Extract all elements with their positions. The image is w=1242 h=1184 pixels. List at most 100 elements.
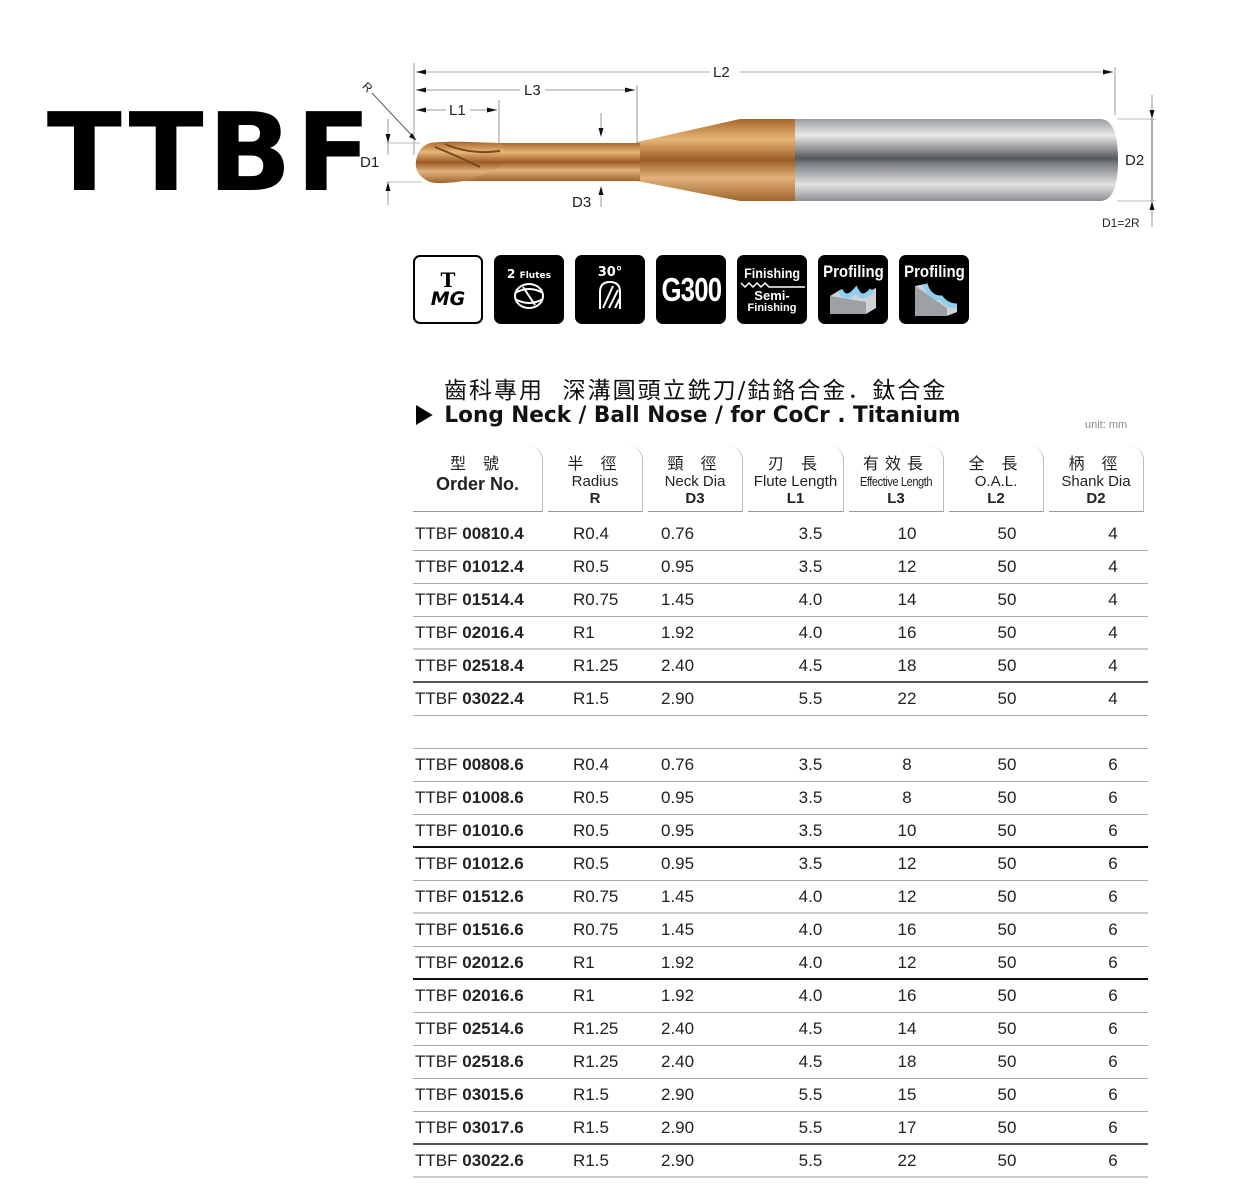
cell-flute-length: 5.5 xyxy=(798,1117,823,1137)
cell-effective-length: 14 xyxy=(897,590,917,609)
dim-label-l1: L1 xyxy=(449,102,466,119)
tool-dimension-diagram: L2 L3 L1 R D1 D3 D2 D1=2R xyxy=(359,63,1156,230)
cell-neck-dia: 0.95 xyxy=(661,854,695,873)
cell-flute-length: 3.5 xyxy=(798,788,823,807)
cell-flute-length: 4.0 xyxy=(798,986,823,1005)
cell-order-no: TTBF 01010.6 xyxy=(415,820,524,840)
table-row: TTBF 00808.6 R0.4 0.76 3.5 8 50 6 xyxy=(413,749,1148,782)
cell-radius: R1.25 xyxy=(573,1052,619,1071)
table-row: TTBF 02012.6 R1 1.92 4.0 12 50 6 xyxy=(413,947,1148,980)
cell-radius: R1.25 xyxy=(573,655,619,675)
dim-label-d2: D2 xyxy=(1125,152,1144,169)
cell-oal: 50 xyxy=(997,1150,1017,1170)
cell-shank-dia: 6 xyxy=(1108,1117,1118,1137)
cell-effective-length: 18 xyxy=(897,655,917,675)
cell-neck-dia: 1.45 xyxy=(661,920,695,939)
unit-label: unit: mm xyxy=(1085,419,1128,431)
table-body: TTBF 00810.4 R0.4 0.76 3.5 10 50 4 TTBF 01012.4… xyxy=(413,518,1148,1178)
helix-flute-icon xyxy=(599,280,621,309)
cell-radius: R1.5 xyxy=(573,1117,609,1137)
cell-shank-dia: 6 xyxy=(1108,886,1118,906)
cell-flute-length: 4.0 xyxy=(798,952,823,972)
cell-order-no: TTBF 03015.6 xyxy=(415,1085,524,1104)
cell-radius: R0.5 xyxy=(573,820,609,840)
cell-shank-dia: 6 xyxy=(1108,986,1118,1005)
helix-angle-label: 30° xyxy=(597,265,623,280)
cell-oal: 50 xyxy=(997,1117,1017,1137)
header-flute-length: 刃 長 Flute Length L1 xyxy=(748,446,844,512)
table-row: TTBF 03015.6 R1.5 2.90 5.5 15 50 6 xyxy=(413,1079,1148,1112)
header-oal: 全 長 O.A.L. L2 xyxy=(949,446,1044,512)
cell-neck-dia: 0.95 xyxy=(661,788,695,807)
header-effective-length: 有效長 Effective Length L3 xyxy=(849,446,944,512)
cell-order-no: TTBF 01514.4 xyxy=(415,590,524,609)
cell-oal: 50 xyxy=(997,920,1017,939)
cell-flute-length: 4.5 xyxy=(798,1052,823,1071)
cell-shank-dia: 6 xyxy=(1108,820,1118,840)
cell-effective-length: 12 xyxy=(897,886,917,906)
cell-neck-dia: 2.40 xyxy=(661,655,695,675)
table-row: TTBF 02518.6 R1.25 2.40 4.5 18 50 6 xyxy=(413,1046,1148,1079)
material-grade-icon: G300 xyxy=(656,255,726,324)
cell-order-no: TTBF 02518.6 xyxy=(415,1052,524,1071)
cell-effective-length: 18 xyxy=(897,1052,917,1071)
cell-oal: 50 xyxy=(997,557,1017,576)
cell-shank-dia: 4 xyxy=(1108,590,1118,609)
triangle-bullet-icon xyxy=(416,405,433,425)
cell-neck-dia: 0.95 xyxy=(661,820,695,840)
table-row: TTBF 03017.6 R1.5 2.90 5.5 17 50 6 xyxy=(413,1112,1148,1145)
cell-shank-dia: 4 xyxy=(1108,622,1118,642)
coating-tmg-top: T xyxy=(440,267,456,292)
tool-shank xyxy=(790,119,1118,201)
cell-shank-dia: 6 xyxy=(1108,920,1118,939)
cell-neck-dia: 0.95 xyxy=(661,557,695,576)
cell-effective-length: 14 xyxy=(897,1019,917,1038)
cell-neck-dia: 1.45 xyxy=(661,886,695,906)
group-spacer xyxy=(413,716,1148,749)
cell-shank-dia: 6 xyxy=(1108,1019,1118,1038)
cell-neck-dia: 2.90 xyxy=(661,1150,695,1170)
cell-neck-dia: 2.90 xyxy=(661,1117,695,1137)
flutes-label: 2 Flutes xyxy=(507,266,551,281)
cell-oal: 50 xyxy=(997,986,1017,1005)
cell-radius: R0.75 xyxy=(573,920,619,939)
profiling-label-2: Profiling xyxy=(903,261,965,281)
cell-effective-length: 12 xyxy=(897,854,917,873)
profiling-slope-graphic xyxy=(915,282,958,316)
cell-flute-length: 3.5 xyxy=(798,524,823,543)
table-row: TTBF 01012.4 R0.5 0.95 3.5 12 50 4 xyxy=(413,551,1148,584)
cell-effective-length: 17 xyxy=(897,1117,917,1137)
cell-radius: R1 xyxy=(573,986,595,1005)
semi-finishing-label: Finishing xyxy=(747,302,797,314)
cell-radius: R0.5 xyxy=(573,557,609,576)
cell-flute-length: 5.5 xyxy=(798,1150,823,1170)
cell-shank-dia: 4 xyxy=(1108,655,1118,675)
finishing-icon: Finishing Semi- Finishing xyxy=(737,255,807,324)
profiling-groove-graphic xyxy=(830,284,876,314)
cell-oal: 50 xyxy=(997,655,1017,675)
cell-neck-dia: 2.40 xyxy=(661,1052,695,1071)
feature-icon-row: T MG 2 Flutes 30° G300 Finishing Semi- F… xyxy=(413,255,969,324)
cell-radius: R0.4 xyxy=(573,755,609,774)
tool-neck-taper xyxy=(637,119,795,201)
cell-effective-length: 22 xyxy=(897,1150,917,1170)
cell-effective-length: 16 xyxy=(897,622,917,642)
cell-order-no: TTBF 03017.6 xyxy=(415,1117,524,1137)
cell-flute-length: 3.5 xyxy=(798,755,823,774)
cell-flute-length: 5.5 xyxy=(798,1085,823,1104)
table-header: 型 號 Order No. 半 徑 Radius R 頸 徑 Neck Dia … xyxy=(413,446,1148,512)
cell-radius: R0.5 xyxy=(573,788,609,807)
cell-radius: R1.25 xyxy=(573,1019,619,1038)
cell-effective-length: 8 xyxy=(902,755,912,774)
cell-oal: 50 xyxy=(997,952,1017,972)
cell-order-no: TTBF 01512.6 xyxy=(415,886,524,906)
cell-order-no: TTBF 02016.4 xyxy=(415,622,524,642)
table-row: TTBF 01514.4 R0.75 1.45 4.0 14 50 4 xyxy=(413,584,1148,617)
cell-oal: 50 xyxy=(997,689,1017,708)
helix-angle-icon: 30° xyxy=(575,255,645,324)
cell-shank-dia: 6 xyxy=(1108,1052,1118,1071)
cell-shank-dia: 4 xyxy=(1108,557,1118,576)
table-row: TTBF 00810.4 R0.4 0.76 3.5 10 50 4 xyxy=(413,518,1148,551)
cell-flute-length: 3.5 xyxy=(798,557,823,576)
cell-effective-length: 12 xyxy=(897,952,917,972)
